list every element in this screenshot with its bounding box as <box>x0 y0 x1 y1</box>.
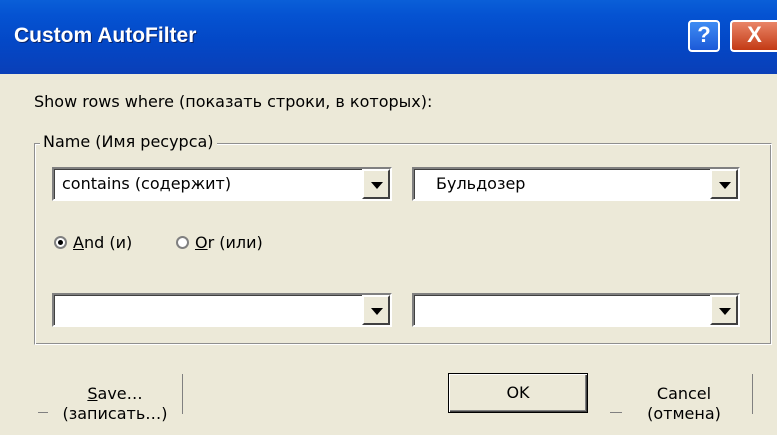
prompt-label: Show rows where (показать строки, в кото… <box>34 92 433 111</box>
value1-combo[interactable]: Бульдозер <box>412 167 740 201</box>
help-icon: ? <box>697 22 711 47</box>
save-mnemonic: S <box>87 384 98 403</box>
cancel-button-edge <box>752 374 753 414</box>
operator2-dropdown[interactable] <box>52 293 392 327</box>
or-radio[interactable]: Or (или) <box>176 233 263 252</box>
value2-combo[interactable] <box>412 293 740 327</box>
save-button-edge <box>38 412 48 413</box>
and-mnemonic: A <box>73 233 84 252</box>
chevron-down-icon[interactable] <box>710 295 738 325</box>
close-button[interactable]: X <box>730 20 777 52</box>
title-bar[interactable]: Custom AutoFilter ? X <box>0 0 777 74</box>
cancel-button-edge <box>610 412 622 413</box>
value1-value: Бульдозер <box>436 174 526 193</box>
save-button-edge <box>182 374 183 414</box>
radio-selected-icon <box>54 236 67 249</box>
or-label: r (или) <box>207 233 263 252</box>
group-legend: Name (Имя ресурса) <box>40 132 217 151</box>
radio-unselected-icon <box>176 236 189 249</box>
or-mnemonic: O <box>195 233 208 252</box>
and-label: nd (и) <box>83 233 133 252</box>
save-button[interactable]: Save… (записать…) <box>50 384 180 424</box>
cancel-button[interactable]: Cancel (отмена) <box>622 384 746 424</box>
operator1-dropdown[interactable]: contains (содержит) <box>52 167 392 201</box>
chevron-down-icon[interactable] <box>710 169 738 199</box>
save-sublabel: (записать…) <box>62 404 168 423</box>
chevron-down-icon[interactable] <box>362 169 390 199</box>
cancel-label: Cancel <box>656 384 712 403</box>
close-icon: X <box>747 22 762 47</box>
cancel-sublabel: (отмена) <box>647 404 721 423</box>
window-title: Custom AutoFilter <box>14 24 197 47</box>
and-radio[interactable]: And (и) <box>54 233 132 252</box>
operator1-value: contains (содержит) <box>62 174 232 193</box>
save-label: ave… <box>97 384 143 403</box>
help-button[interactable]: ? <box>688 20 720 52</box>
chevron-down-icon[interactable] <box>362 295 390 325</box>
ok-button[interactable]: OK <box>448 373 588 413</box>
